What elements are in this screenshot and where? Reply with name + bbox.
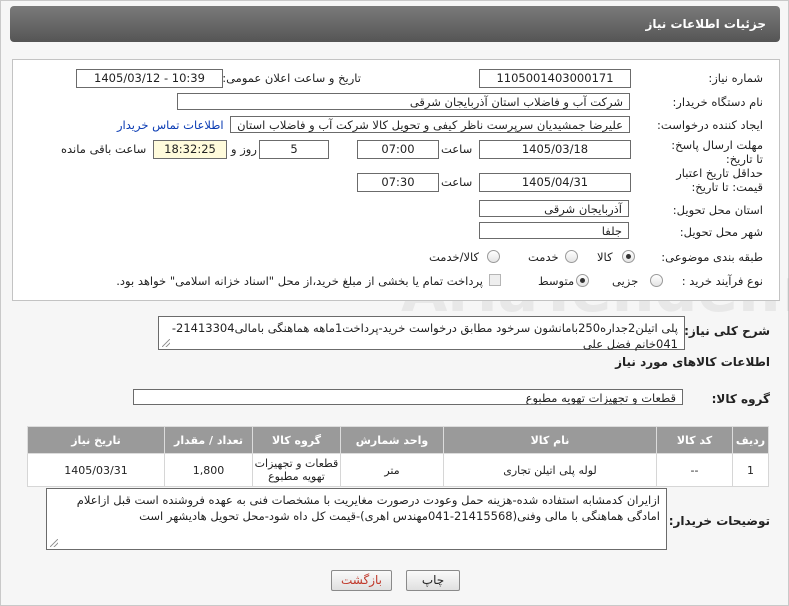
process-label: نوع فرآیند خرید : [681, 274, 763, 288]
process-radio-minor[interactable] [650, 274, 663, 287]
category-radio-service[interactable] [565, 250, 578, 263]
reply-time-field: 07:00 [357, 140, 439, 159]
price-time-field: 07:30 [357, 173, 439, 192]
need-number-label: شماره نیاز: [708, 71, 763, 85]
announce-field: 1405/03/12 - 10:39 [76, 69, 223, 88]
province-field: آذربایجان شرقی [479, 200, 629, 217]
resize-grip-icon[interactable] [50, 539, 58, 547]
cell-row: 1 [732, 453, 769, 487]
col-group: گروه کالا [252, 426, 341, 454]
goods-table: ردیف کد کالا نام کالا واحد شمارش گروه کا… [27, 426, 769, 487]
category-radio-goods[interactable] [622, 250, 635, 263]
cell-qty: 1,800 [164, 453, 253, 487]
summary-textarea[interactable]: پلی اتیلن2جداره250بامانشون سرخود مطابق د… [158, 316, 685, 351]
goods-table-header: ردیف کد کالا نام کالا واحد شمارش گروه کا… [27, 426, 769, 454]
resize-grip-icon[interactable] [162, 339, 170, 347]
category-option-goods: کالا [597, 250, 613, 264]
buyer-notes-text: ازایران کدمشابه استفاده شده-هزینه حمل وع… [76, 493, 660, 523]
need-number-field: 1105001403000171 [479, 69, 631, 88]
buyer-notes-textarea[interactable]: ازایران کدمشابه استفاده شده-هزینه حمل وع… [46, 488, 667, 550]
days-field: 5 [259, 140, 329, 159]
col-row: ردیف [732, 426, 769, 454]
table-row: 1 -- لوله پلی اتیلن تجاری متر قطعات و تج… [27, 453, 769, 487]
summary-label: شرح کلی نیاز: [684, 324, 770, 338]
treasury-checkbox[interactable] [489, 274, 501, 286]
back-button[interactable]: بازگشت [331, 570, 392, 591]
col-code: کد کالا [656, 426, 733, 454]
page-title: جزئیات اطلاعات نیاز [645, 17, 766, 31]
announce-label: تاریخ و ساعت اعلان عمومی: [222, 71, 361, 85]
creator-field: علیرضا جمشیدیان سرپرست ناظر کیفی و تحویل… [230, 116, 630, 133]
process-radio-medium[interactable] [576, 274, 589, 287]
page-frame: جزئیات اطلاعات نیاز AriaTender.net شماره… [0, 0, 789, 606]
cell-name: لوله پلی اتیلن تجاری [443, 453, 657, 487]
reply-date-field: 1405/03/18 [479, 140, 631, 159]
cell-group: قطعات و تجهیزات تهویه مطبوع [252, 453, 341, 487]
price-date-field: 1405/04/31 [479, 173, 631, 192]
contact-buyer-link[interactable]: اطلاعات تماس خریدار [117, 118, 224, 132]
col-date: تاریخ نیاز [27, 426, 165, 454]
print-button[interactable]: چاپ [406, 570, 460, 591]
province-label: استان محل تحویل: [672, 203, 763, 217]
reply-time-label: ساعت [441, 142, 473, 156]
col-name: نام کالا [443, 426, 657, 454]
col-qty: تعداد / مقدار [164, 426, 253, 454]
category-option-service: خدمت [528, 250, 559, 264]
title-bar: جزئیات اطلاعات نیاز [10, 6, 780, 42]
payment-note: پرداخت تمام یا بخشی از مبلغ خرید،از محل … [116, 274, 483, 288]
goods-group-field: قطعات و تجهیزات تهویه مطبوع [133, 389, 683, 405]
buyer-org-label: نام دستگاه خریدار: [672, 95, 763, 109]
city-field: جلفا [479, 222, 629, 239]
col-unit: واحد شمارش [340, 426, 444, 454]
category-radio-goods-service[interactable] [487, 250, 500, 263]
cell-code: -- [656, 453, 733, 487]
creator-label: ایجاد کننده درخواست: [657, 118, 763, 132]
buyer-org-field: شرکت آب و فاضلاب استان آذربایجان شرقی [177, 93, 630, 110]
remaining-time-field: 18:32:25 [153, 140, 227, 159]
days-label: روز و [231, 142, 257, 156]
remaining-label: ساعت باقی مانده [61, 142, 147, 156]
category-option-goods-service: کالا/خدمت [429, 250, 480, 264]
process-option-medium: متوسط [538, 274, 575, 288]
category-label: طبقه بندی موضوعی: [661, 250, 763, 264]
goods-section-title: اطلاعات کالاهای مورد نیاز [615, 355, 770, 369]
buyer-notes-label: توضیحات خریدار: [668, 514, 770, 528]
goods-group-label: گروه کالا: [711, 392, 770, 406]
cell-date: 1405/03/31 [27, 453, 165, 487]
city-label: شهر محل تحویل: [679, 225, 763, 239]
reply-deadline-label: مهلت ارسال پاسخ: تا تاریخ: [671, 138, 763, 166]
price-time-label: ساعت [441, 175, 473, 189]
cell-unit: متر [340, 453, 444, 487]
price-validity-label: حداقل تاریخ اعتبار قیمت: تا تاریخ: [676, 166, 763, 194]
process-option-minor: جزیی [612, 274, 639, 288]
summary-text: پلی اتیلن2جداره250بامانشون سرخود مطابق د… [171, 321, 678, 351]
